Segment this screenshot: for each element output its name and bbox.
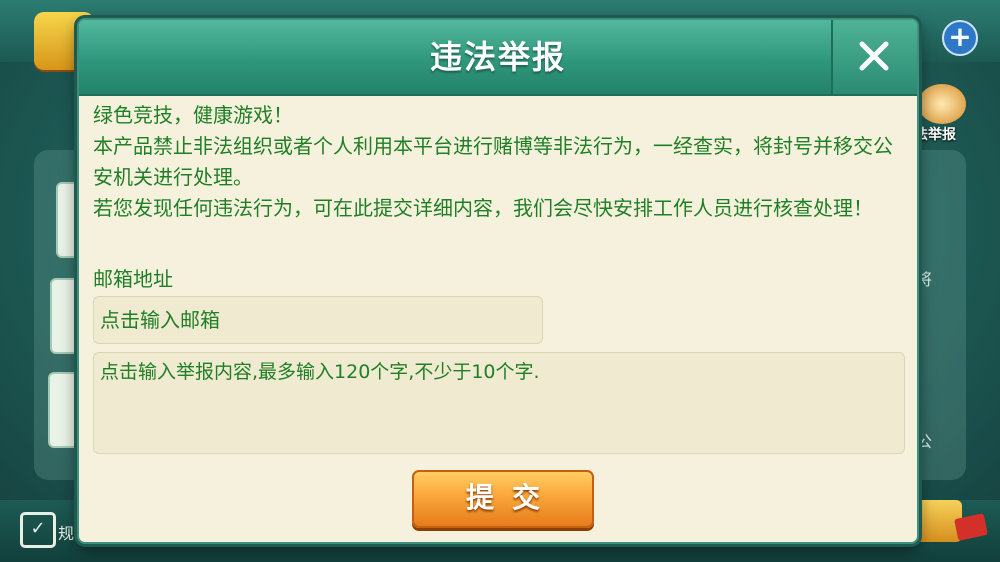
notice-line: 若您发现任何违法行为，可在此提交详细内容，我们会尽快安排工作人员进行核查处理！ [93,196,873,220]
notice-text: 绿色竞技，健康游戏！ 本产品禁止非法组织或者个人利用本平台进行赌博等非法行为，一… [93,100,909,224]
submit-button[interactable]: 提交 [412,470,594,528]
calendar-icon[interactable]: ✓ [20,512,56,548]
report-entry-icon[interactable] [918,84,966,124]
email-label: 邮箱地址 [93,267,173,291]
game-lobby-background: + 法举报 将 公 ✓ 规 违法举报 绿色竞技，健康游戏！ 本产品禁止非法组织或… [0,0,1000,562]
report-content-input[interactable] [93,352,905,454]
notice-line: 绿色竞技，健康游戏！ [93,103,293,127]
notice-line: 本产品禁止非法组织或者个人利用本平台进行赌博等非法行为，一经查实，将封号并移交公… [93,134,893,189]
dialog-title: 违法举报 [429,38,566,76]
email-input[interactable] [93,296,543,344]
close-button[interactable] [831,20,917,94]
bottom-rules-label[interactable]: 规 [58,520,74,544]
plus-icon[interactable]: + [942,20,978,56]
report-entry-label: 法举报 [914,127,956,143]
close-icon [859,41,889,71]
report-dialog: 违法举报 绿色竞技，健康游戏！ 本产品禁止非法组织或者个人利用本平台进行赌博等非… [77,18,919,544]
